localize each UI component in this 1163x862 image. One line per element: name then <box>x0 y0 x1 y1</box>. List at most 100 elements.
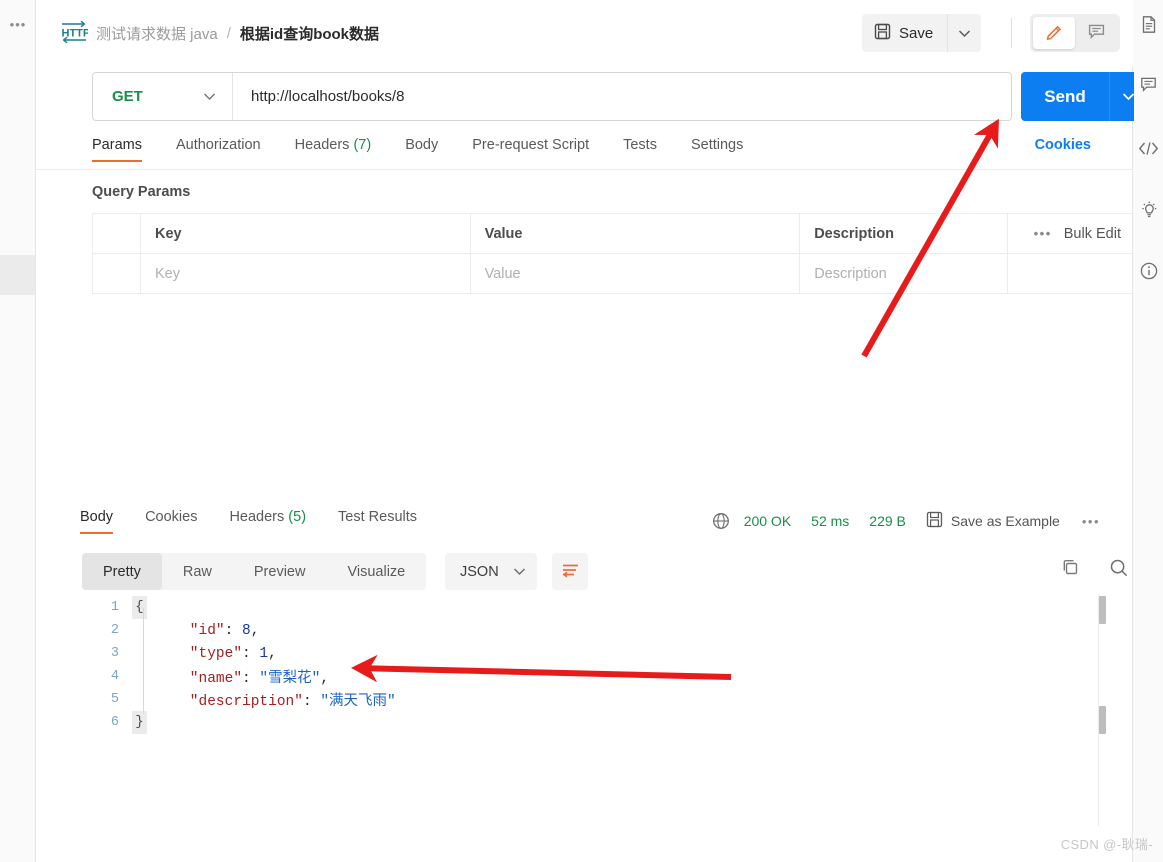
right-rail-document-button[interactable] <box>1134 12 1163 42</box>
header-icon-toggle-group <box>1030 14 1120 52</box>
tab-authorization[interactable]: Authorization <box>176 137 261 162</box>
format-raw-button[interactable]: Raw <box>162 553 233 590</box>
watermark: CSDN @-耿瑞- <box>1060 837 1153 852</box>
code-text: "description": "满天飞雨" <box>147 689 396 710</box>
search-response-button[interactable] <box>1104 554 1134 584</box>
response-tab-body[interactable]: Body <box>80 509 114 534</box>
tab-settings[interactable]: Settings <box>691 137 743 162</box>
save-as-example-button[interactable]: Save as Example <box>926 511 1060 531</box>
breadcrumb-collection[interactable]: 测试请求数据 java <box>96 23 218 44</box>
json-key: "type" <box>155 645 243 662</box>
main-panel: HTTP 测试请求数据 java / 根据id查询book数据 Save GET… <box>36 0 1146 862</box>
right-rail-info-button[interactable] <box>1134 258 1163 288</box>
query-params-more-horizontal-icon[interactable]: ••• <box>1034 226 1052 241</box>
response-scrollbar-thumb-bottom[interactable] <box>1099 706 1106 734</box>
query-params-key-input[interactable]: Key <box>139 253 471 294</box>
breadcrumb-current-request[interactable]: 根据id查询book数据 <box>240 23 379 44</box>
query-params-row-checkbox[interactable] <box>92 253 141 294</box>
tab-params[interactable]: Params <box>92 137 142 162</box>
right-rail-comment-button[interactable] <box>1134 72 1163 102</box>
globe-icon <box>712 512 730 530</box>
left-rail-more-horizontal-icon[interactable]: ••• <box>6 18 30 32</box>
json-key: "name" <box>155 671 243 687</box>
comment-icon <box>1139 75 1158 99</box>
table-row: Key Value Description <box>92 253 1136 294</box>
code-fold-marker[interactable]: { <box>132 596 147 619</box>
url-input[interactable] <box>233 73 1011 120</box>
json-number: 8 <box>242 622 251 639</box>
save-button[interactable]: Save <box>862 14 948 52</box>
cookies-link[interactable]: Cookies <box>1035 137 1091 153</box>
word-wrap-button[interactable] <box>552 553 588 590</box>
query-params-description-header: Description <box>799 213 1009 254</box>
code-line: 6 } <box>72 711 1132 734</box>
tab-pre-request-script[interactable]: Pre-request Script <box>472 137 589 162</box>
postman-window: ••• HTTP 测试请求数据 java / 根据id查询book数据 Save… <box>0 0 1163 862</box>
query-params-title: Query Params <box>92 184 191 200</box>
query-params-description-input[interactable]: Description <box>799 253 1009 294</box>
query-params-value-input[interactable]: Value <box>469 253 801 294</box>
response-tab-cookies[interactable]: Cookies <box>145 509 197 534</box>
response-tab-headers-label: Headers <box>229 509 285 525</box>
right-rail-lightbulb-button[interactable] <box>1134 197 1163 227</box>
json-key: "id" <box>155 622 225 639</box>
tab-authorization-label: Authorization <box>175 137 261 153</box>
comment-request-button[interactable] <box>1075 17 1117 49</box>
response-scrollbar-thumb-top[interactable] <box>1099 596 1106 624</box>
chevron-down-icon <box>1122 89 1135 104</box>
http-method-label: GET <box>112 88 143 105</box>
copy-icon <box>1061 558 1080 580</box>
response-tabs: Body Cookies Headers (5) Test Results <box>80 509 449 534</box>
left-rail-selected-block[interactable] <box>0 255 35 295</box>
right-rail <box>1134 0 1163 862</box>
response-tab-headers-count: (5) <box>288 509 307 525</box>
tab-tests-label: Tests <box>623 137 657 153</box>
code-fold-marker <box>132 619 147 642</box>
format-preview-button[interactable]: Preview <box>233 553 327 590</box>
info-icon <box>1139 261 1159 286</box>
bulk-edit-button[interactable]: Bulk Edit <box>1064 226 1121 242</box>
response-size: 229 B <box>869 513 906 529</box>
tab-tests[interactable]: Tests <box>623 137 657 162</box>
code-line: 3 "type": 1, <box>72 642 1132 665</box>
response-status: 200 OK <box>743 513 792 529</box>
code-gutter-line <box>143 608 144 713</box>
response-language-selector[interactable]: JSON <box>445 553 537 590</box>
http-method-selector[interactable]: GET <box>93 73 233 120</box>
query-params-bulk-cell: ••• Bulk Edit <box>1007 213 1136 254</box>
json-punct: , <box>268 645 277 662</box>
send-button[interactable]: Send <box>1021 72 1109 121</box>
url-bar: GET <box>92 72 1012 121</box>
chevron-down-icon <box>513 564 526 580</box>
format-visualize-button[interactable]: Visualize <box>326 553 426 590</box>
floppy-disk-icon <box>874 23 891 44</box>
line-number: 5 <box>110 692 119 707</box>
line-number: 4 <box>110 669 119 684</box>
request-tabs: Params Authorization Headers (7) Body Pr… <box>92 137 1112 169</box>
copy-response-button[interactable] <box>1055 554 1085 584</box>
format-pretty-button[interactable]: Pretty <box>82 553 162 590</box>
code-fold-marker[interactable]: } <box>132 711 147 734</box>
response-tab-test-results[interactable]: Test Results <box>338 509 417 534</box>
pencil-icon <box>1045 22 1064 44</box>
request-header: HTTP 测试请求数据 java / 根据id查询book数据 Save <box>36 0 1133 66</box>
tab-body-label: Body <box>405 137 439 153</box>
json-punct: , <box>320 671 330 687</box>
right-rail-code-button[interactable] <box>1134 136 1163 166</box>
query-params-value-header: Value <box>469 213 801 254</box>
comment-icon <box>1087 22 1106 44</box>
response-tab-headers[interactable]: Headers (5) <box>229 509 306 534</box>
code-fold-marker <box>132 665 147 688</box>
response-more-horizontal-icon[interactable]: ••• <box>1082 514 1100 529</box>
tab-headers[interactable]: Headers (7) <box>295 137 372 162</box>
chevron-down-icon <box>958 26 971 41</box>
json-number: 1 <box>259 645 269 662</box>
tab-settings-label: Settings <box>690 137 744 153</box>
tab-body[interactable]: Body <box>405 137 438 162</box>
code-line: 5 "description": "满天飞雨" <box>72 688 1132 711</box>
edit-request-button[interactable] <box>1033 17 1075 49</box>
save-options-button[interactable] <box>947 14 982 52</box>
tab-pre-request-script-label: Pre-request Script <box>472 137 590 153</box>
response-body-viewer[interactable]: 1 { 2 "id": 8, 3 "type": 1, 4 "name": "雪… <box>72 596 1132 826</box>
query-params-row-spacer <box>1007 253 1136 294</box>
